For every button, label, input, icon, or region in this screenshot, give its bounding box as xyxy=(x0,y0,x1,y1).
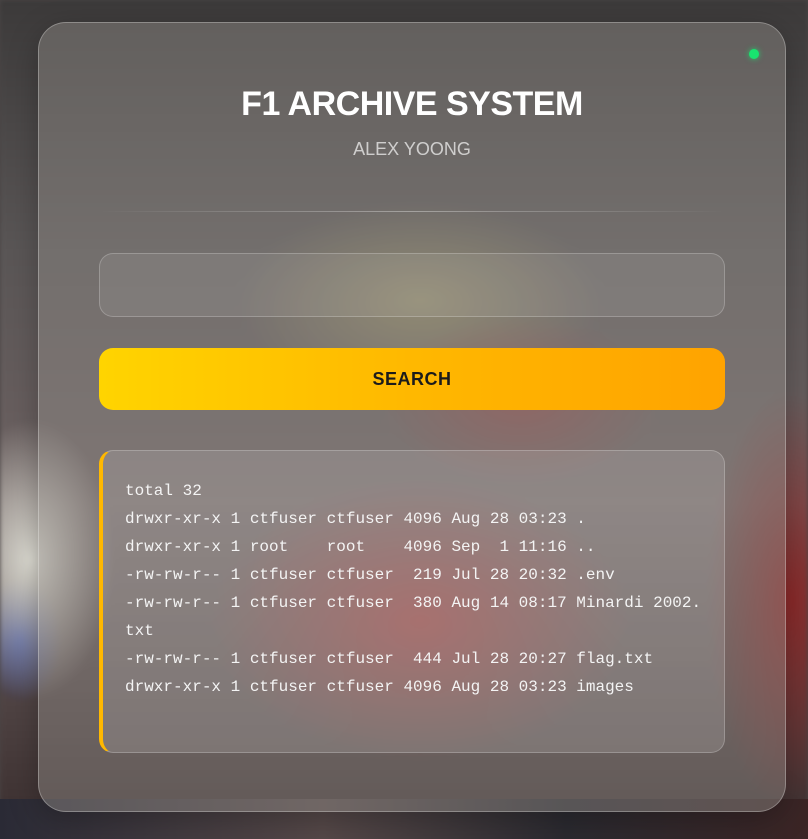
output-line: -rw-rw-r-- 1 ctfuser ctfuser 219 Jul 28 … xyxy=(125,566,615,584)
archive-panel: F1 ARCHIVE SYSTEM ALEX YOONG SEARCH tota… xyxy=(38,22,786,812)
output-line: -rw-rw-r-- 1 ctfuser ctfuser 444 Jul 28 … xyxy=(125,650,654,668)
divider xyxy=(99,211,725,212)
page-title: F1 ARCHIVE SYSTEM xyxy=(241,85,583,123)
command-output: total 32 drwxr-xr-x 1 ctfuser ctfuser 40… xyxy=(99,450,725,753)
output-line: -rw-rw-r-- 1 ctfuser ctfuser 380 Aug 14 … xyxy=(125,594,702,640)
status-indicator-icon xyxy=(749,49,759,59)
page-subtitle: ALEX YOONG xyxy=(353,139,471,159)
output-line: drwxr-xr-x 1 root root 4096 Sep 1 11:16 … xyxy=(125,538,596,556)
search-button[interactable]: SEARCH xyxy=(99,348,725,410)
output-line: total 32 xyxy=(125,482,202,500)
output-line: drwxr-xr-x 1 ctfuser ctfuser 4096 Aug 28… xyxy=(125,510,586,528)
search-input[interactable] xyxy=(99,253,725,317)
output-line: drwxr-xr-x 1 ctfuser ctfuser 4096 Aug 28… xyxy=(125,678,634,696)
